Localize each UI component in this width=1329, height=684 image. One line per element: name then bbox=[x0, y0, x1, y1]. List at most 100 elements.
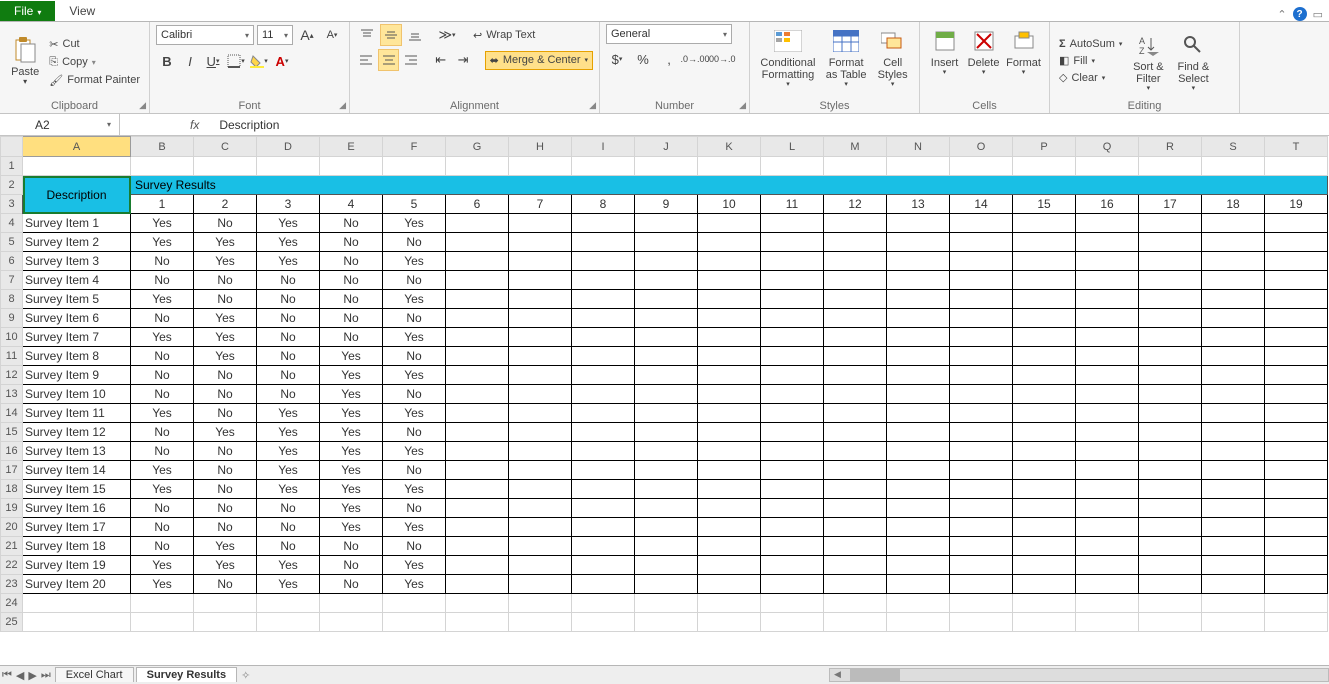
cell-L23[interactable] bbox=[761, 575, 824, 594]
cell-Q6[interactable] bbox=[1076, 252, 1139, 271]
cell-J18[interactable] bbox=[635, 480, 698, 499]
cell-K4[interactable] bbox=[698, 214, 761, 233]
format-as-table-button[interactable]: Format as Table▾ bbox=[822, 24, 870, 89]
cell-P17[interactable] bbox=[1013, 461, 1076, 480]
cell-A4[interactable]: Survey Item 1 bbox=[23, 214, 131, 233]
cell-O11[interactable] bbox=[950, 347, 1013, 366]
row-header-10[interactable]: 10 bbox=[1, 328, 23, 347]
cell-styles-button[interactable]: Cell Styles▾ bbox=[872, 24, 913, 89]
cell-N4[interactable] bbox=[887, 214, 950, 233]
cell-H24[interactable] bbox=[509, 594, 572, 613]
cell-B13[interactable]: No bbox=[131, 385, 194, 404]
cell-Q17[interactable] bbox=[1076, 461, 1139, 480]
cell-I18[interactable] bbox=[572, 480, 635, 499]
cell-T22[interactable] bbox=[1265, 556, 1328, 575]
cell-O9[interactable] bbox=[950, 309, 1013, 328]
cell-N23[interactable] bbox=[887, 575, 950, 594]
cell-Q7[interactable] bbox=[1076, 271, 1139, 290]
cell-J19[interactable] bbox=[635, 499, 698, 518]
align-left-button[interactable] bbox=[356, 49, 376, 71]
cell-T11[interactable] bbox=[1265, 347, 1328, 366]
increase-font-button[interactable]: A▴ bbox=[296, 24, 318, 46]
cell-H14[interactable] bbox=[509, 404, 572, 423]
cell-S24[interactable] bbox=[1202, 594, 1265, 613]
cell-R8[interactable] bbox=[1139, 290, 1202, 309]
cell-S17[interactable] bbox=[1202, 461, 1265, 480]
clipboard-launcher[interactable]: ◢ bbox=[139, 100, 146, 111]
cell-G23[interactable] bbox=[446, 575, 509, 594]
cell-A25[interactable] bbox=[23, 613, 131, 632]
cell-R3[interactable]: 17 bbox=[1139, 195, 1202, 214]
orientation-button[interactable]: ≫▾ bbox=[436, 24, 458, 46]
cell-M15[interactable] bbox=[824, 423, 887, 442]
cell-B17[interactable]: Yes bbox=[131, 461, 194, 480]
cell-L25[interactable] bbox=[761, 613, 824, 632]
cell-S7[interactable] bbox=[1202, 271, 1265, 290]
cell-E1[interactable] bbox=[320, 157, 383, 176]
row-header-23[interactable]: 23 bbox=[1, 575, 23, 594]
cell-S3[interactable]: 18 bbox=[1202, 195, 1265, 214]
cell-F21[interactable]: No bbox=[383, 537, 446, 556]
sheet-tab-excel-chart[interactable]: Excel Chart bbox=[55, 667, 134, 682]
cell-L3[interactable]: 11 bbox=[761, 195, 824, 214]
cell-M8[interactable] bbox=[824, 290, 887, 309]
cell-O17[interactable] bbox=[950, 461, 1013, 480]
cell-E23[interactable]: No bbox=[320, 575, 383, 594]
cell-J13[interactable] bbox=[635, 385, 698, 404]
cell-S8[interactable] bbox=[1202, 290, 1265, 309]
cell-B18[interactable]: Yes bbox=[131, 480, 194, 499]
align-top-button[interactable] bbox=[356, 24, 378, 46]
cell-C8[interactable]: No bbox=[194, 290, 257, 309]
cell-M22[interactable] bbox=[824, 556, 887, 575]
cell-N25[interactable] bbox=[887, 613, 950, 632]
cell-D17[interactable]: Yes bbox=[257, 461, 320, 480]
cell-B12[interactable]: No bbox=[131, 366, 194, 385]
cell-M20[interactable] bbox=[824, 518, 887, 537]
cell-J16[interactable] bbox=[635, 442, 698, 461]
cell-L13[interactable] bbox=[761, 385, 824, 404]
row-header-21[interactable]: 21 bbox=[1, 537, 23, 556]
row-header-5[interactable]: 5 bbox=[1, 233, 23, 252]
cell-O21[interactable] bbox=[950, 537, 1013, 556]
cell-E6[interactable]: No bbox=[320, 252, 383, 271]
sort-filter-button[interactable]: AZSort & Filter▾ bbox=[1127, 28, 1169, 93]
cell-T24[interactable] bbox=[1265, 594, 1328, 613]
cell-J8[interactable] bbox=[635, 290, 698, 309]
cell-R5[interactable] bbox=[1139, 233, 1202, 252]
sheet-nav-last[interactable]: ⏭ bbox=[39, 669, 53, 682]
cell-D19[interactable]: No bbox=[257, 499, 320, 518]
fill-button[interactable]: ◧Fill▾ bbox=[1056, 53, 1125, 68]
cell-C6[interactable]: Yes bbox=[194, 252, 257, 271]
cell-D22[interactable]: Yes bbox=[257, 556, 320, 575]
cell-R25[interactable] bbox=[1139, 613, 1202, 632]
formula-input[interactable]: Description bbox=[209, 118, 1329, 132]
col-header-J[interactable]: J bbox=[635, 137, 698, 157]
cell-L1[interactable] bbox=[761, 157, 824, 176]
cell-N5[interactable] bbox=[887, 233, 950, 252]
cell-Q10[interactable] bbox=[1076, 328, 1139, 347]
cell-R17[interactable] bbox=[1139, 461, 1202, 480]
cell-B14[interactable]: Yes bbox=[131, 404, 194, 423]
cell-G10[interactable] bbox=[446, 328, 509, 347]
cell-J25[interactable] bbox=[635, 613, 698, 632]
cell-B19[interactable]: No bbox=[131, 499, 194, 518]
cell-O10[interactable] bbox=[950, 328, 1013, 347]
merge-center-button[interactable]: ⬌Merge & Center▾ bbox=[485, 51, 593, 70]
cell-I9[interactable] bbox=[572, 309, 635, 328]
cell-O16[interactable] bbox=[950, 442, 1013, 461]
cell-T25[interactable] bbox=[1265, 613, 1328, 632]
col-header-T[interactable]: T bbox=[1265, 137, 1328, 157]
cell-A22[interactable]: Survey Item 19 bbox=[23, 556, 131, 575]
cell-T18[interactable] bbox=[1265, 480, 1328, 499]
cell-A13[interactable]: Survey Item 10 bbox=[23, 385, 131, 404]
cell-K21[interactable] bbox=[698, 537, 761, 556]
cell-C18[interactable]: No bbox=[194, 480, 257, 499]
cell-C5[interactable]: Yes bbox=[194, 233, 257, 252]
cell-O23[interactable] bbox=[950, 575, 1013, 594]
cell-K6[interactable] bbox=[698, 252, 761, 271]
cell-J9[interactable] bbox=[635, 309, 698, 328]
help-icon[interactable]: ? bbox=[1293, 7, 1307, 21]
cell-S22[interactable] bbox=[1202, 556, 1265, 575]
cell-L12[interactable] bbox=[761, 366, 824, 385]
cell-P24[interactable] bbox=[1013, 594, 1076, 613]
